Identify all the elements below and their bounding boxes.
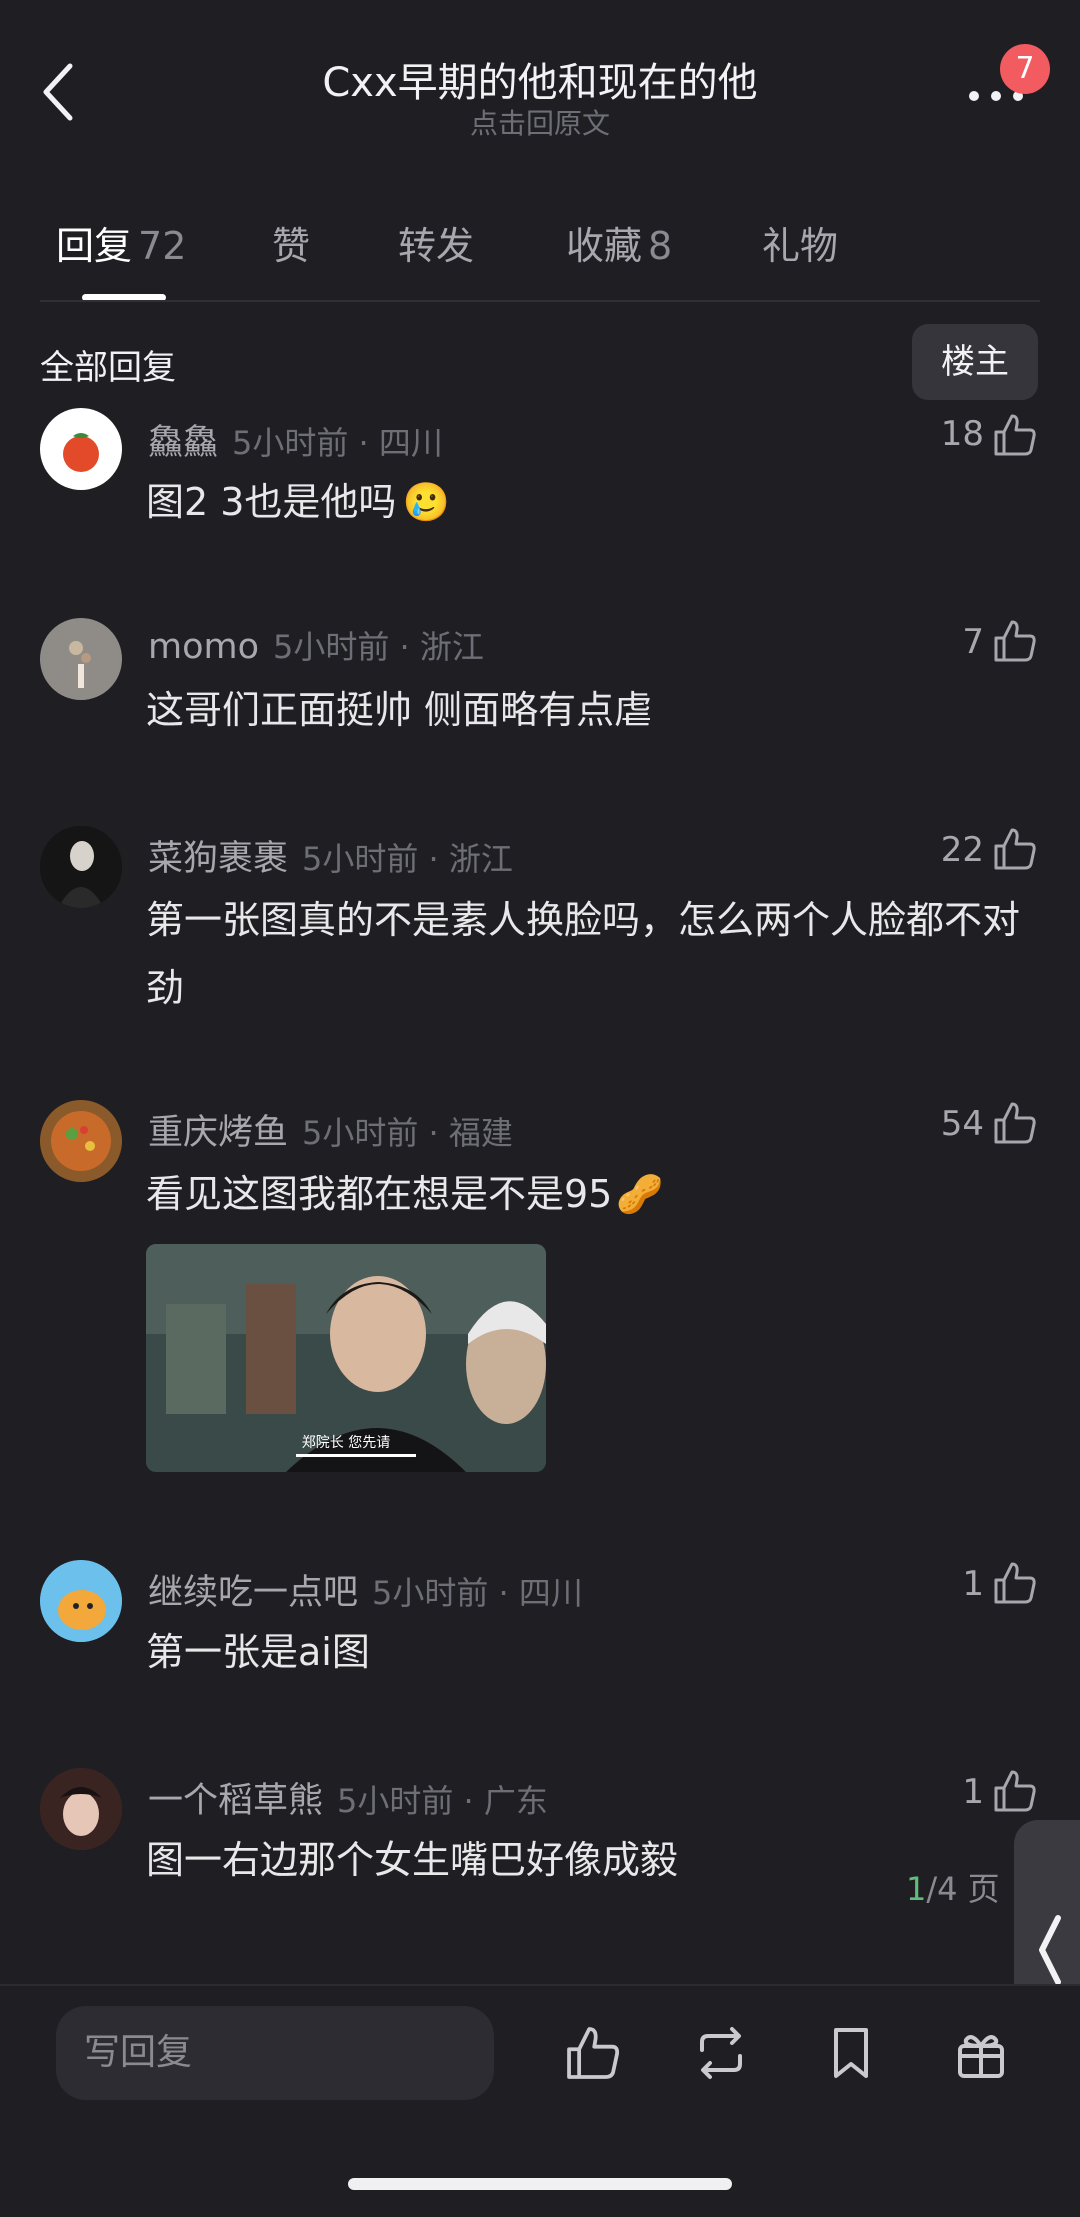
like-count: 1 — [962, 1564, 984, 1604]
comment-text-body: 图2 3也是他吗 — [146, 480, 397, 524]
like-count: 18 — [940, 414, 984, 454]
thumb-up-icon[interactable] — [564, 2024, 622, 2082]
comment-text: 这哥们正面挺帅 侧面略有点虐 — [146, 688, 653, 732]
notification-badge: 7 — [1000, 44, 1050, 94]
repost-icon[interactable] — [692, 2024, 750, 2082]
like-count: 22 — [940, 830, 984, 870]
comment-meta: 5小时前 · 广东 — [337, 1782, 548, 1820]
avatar[interactable] — [40, 1100, 122, 1182]
tab-label: 礼物 — [762, 224, 839, 268]
comment-header: 鱻鱻 5小时前 · 四川 — [148, 414, 443, 465]
avatar[interactable] — [40, 618, 122, 700]
comment-header: momo 5小时前 · 浙江 — [148, 622, 484, 668]
bookmark-icon[interactable] — [822, 2024, 880, 2082]
back-to-original-link[interactable]: 点击回原文 — [0, 102, 1080, 142]
comment-username[interactable]: 菜狗裹裹 — [148, 839, 288, 879]
comment-text-body: 看见这图我都在想是不是95 — [146, 1172, 613, 1216]
comment-text: 图2 3也是他吗 🥲 — [146, 468, 1046, 536]
avatar[interactable] — [40, 826, 122, 908]
comment-meta: 5小时前 · 浙江 — [273, 628, 484, 666]
tab-replies[interactable]: 回复 72 — [56, 215, 186, 270]
reply-input[interactable]: 写回复 — [56, 2006, 494, 2100]
thumb-up-icon[interactable] — [992, 1768, 1038, 1814]
tab-count: 8 — [648, 224, 673, 268]
comment-header: 一个稻草熊 5小时前 · 广东 — [148, 1772, 548, 1823]
thumb-up-icon[interactable] — [992, 826, 1038, 872]
comment-text: 第一张图真的不是素人换脸吗，怎么两个人脸都不对劲 — [146, 898, 1021, 1010]
comment-meta: 5小时前 · 四川 — [372, 1574, 583, 1612]
avatar[interactable] — [40, 408, 122, 490]
home-indicator — [348, 2178, 732, 2190]
chevron-left-icon — [1039, 1915, 1061, 1985]
page-title[interactable]: Cxx早期的他和现在的他 — [0, 50, 1080, 108]
tab-reposts[interactable]: 转发 — [398, 215, 474, 270]
comment-meta: 5小时前 · 四川 — [232, 424, 443, 462]
comment-username[interactable]: 鱻鱻 — [148, 423, 218, 463]
tab-label: 转发 — [398, 224, 475, 268]
tab-count: 72 — [138, 224, 187, 268]
comment-meta: 5小时前 · 福建 — [302, 1114, 513, 1152]
tab-label: 赞 — [272, 224, 311, 268]
image-subtitle: 郑院长 您先请 — [301, 1435, 391, 1451]
thumb-up-icon[interactable] — [992, 1100, 1038, 1146]
comment-image[interactable]: 郑院长 您先请 — [146, 1244, 546, 1472]
thumb-up-icon[interactable] — [992, 412, 1038, 458]
comment-meta: 5小时前 · 浙江 — [302, 840, 513, 878]
section-title: 全部回复 — [40, 348, 176, 388]
comment-header: 菜狗裹裹 5小时前 · 浙江 — [148, 830, 513, 881]
page-total: /4 页 — [926, 1870, 1000, 1908]
avatar[interactable] — [40, 1768, 122, 1850]
tab-gifts[interactable]: 礼物 — [762, 215, 838, 270]
tab-label: 回复 — [56, 224, 133, 268]
comment-username[interactable]: momo — [148, 627, 259, 667]
comment-username[interactable]: 继续吃一点吧 — [148, 1573, 358, 1613]
gift-icon[interactable] — [952, 2024, 1010, 2082]
thumb-up-icon[interactable] — [992, 1560, 1038, 1606]
page-current: 1 — [906, 1870, 927, 1908]
comment-text: 第一张是ai图 — [146, 1630, 370, 1674]
tab-bar: 回复 72 赞 转发 收藏 8 礼物 — [0, 215, 1080, 285]
page-indicator: 1/4 页 — [906, 1864, 1000, 1910]
tab-label: 收藏 — [566, 224, 643, 268]
comment-header: 继续吃一点吧 5小时前 · 四川 — [148, 1564, 583, 1615]
divider — [40, 300, 1040, 302]
comment-username[interactable]: 一个稻草熊 — [148, 1781, 323, 1821]
tab-likes[interactable]: 赞 — [272, 215, 310, 270]
crying-emoji-icon: 🥲 — [402, 480, 450, 524]
op-filter-button[interactable]: 楼主 — [912, 324, 1038, 400]
comment-text: 看见这图我都在想是不是95 🥜 — [146, 1160, 1046, 1228]
avatar[interactable] — [40, 1560, 122, 1642]
like-count: 1 — [962, 1772, 984, 1812]
thumb-up-icon[interactable] — [992, 618, 1038, 664]
peanut-emoji-icon: 🥜 — [616, 1172, 664, 1216]
comment-header: 重庆烤鱼 5小时前 · 福建 — [148, 1104, 513, 1155]
comment-username[interactable]: 重庆烤鱼 — [148, 1113, 288, 1153]
tab-favorites[interactable]: 收藏 8 — [566, 215, 672, 270]
like-count: 54 — [940, 1104, 984, 1144]
like-count: 7 — [962, 622, 984, 662]
